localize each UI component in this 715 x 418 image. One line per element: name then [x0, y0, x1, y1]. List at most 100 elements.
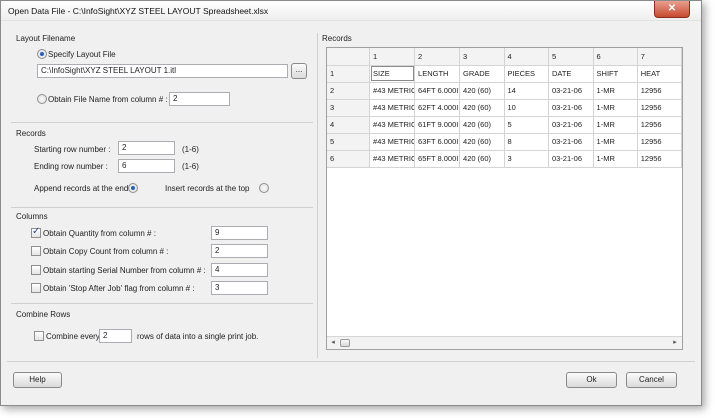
row-header[interactable]: 6: [327, 150, 371, 168]
obtain-copy-count-checkbox[interactable]: [31, 246, 41, 256]
column-header-row: 1 2 3 4 5 6 7: [327, 48, 682, 66]
ending-row-label: Ending row number :: [34, 162, 108, 171]
column-header[interactable]: 2: [414, 48, 461, 66]
table-cell[interactable]: 03-21-06: [548, 116, 594, 134]
obtain-quantity-checkbox[interactable]: [31, 226, 41, 238]
table-cell[interactable]: 12956: [637, 150, 682, 168]
row-header[interactable]: 1: [327, 65, 371, 83]
table-cell[interactable]: 1-MR: [593, 99, 638, 117]
column-header[interactable]: 4: [504, 48, 549, 66]
table-cell[interactable]: 420 (60): [459, 82, 505, 100]
layout-file-path-input[interactable]: C:\InfoSight\XYZ STEEL LAYOUT 1.itl: [37, 64, 288, 78]
combine-rows-group-label: Combine Rows: [16, 310, 71, 319]
horizontal-scrollbar[interactable]: ◂ ▸: [327, 336, 682, 349]
table-cell[interactable]: 420 (60): [459, 150, 505, 168]
scroll-right-icon[interactable]: ▸: [671, 339, 679, 347]
ending-row-input[interactable]: 6: [118, 159, 175, 173]
table-cell[interactable]: 12956: [637, 99, 682, 117]
insert-records-radio[interactable]: [259, 183, 269, 193]
table-cell[interactable]: 12956: [637, 116, 682, 134]
table-cell[interactable]: 1-MR: [593, 133, 638, 151]
table-cell[interactable]: HEAT: [637, 65, 682, 83]
table-row[interactable]: 2 #43 METRIC 64FT 6.000IN 420 (60) 14 03…: [327, 82, 682, 100]
table-cell[interactable]: 420 (60): [459, 133, 505, 151]
obtain-serial-input[interactable]: 4: [211, 263, 268, 277]
combine-every-label: Combine every: [46, 332, 100, 341]
ok-button[interactable]: Ok: [566, 372, 617, 388]
obtain-filename-label: Obtain File Name from column # :: [48, 95, 168, 104]
table-cell[interactable]: #43 METRIC: [369, 99, 416, 117]
table-cell[interactable]: 14: [504, 82, 549, 100]
records-grid[interactable]: 1 2 3 4 5 6 7 1 SIZE LENGTH GRADE PIECES…: [326, 47, 683, 350]
table-cell[interactable]: 5: [504, 116, 549, 134]
browse-button[interactable]: ...: [291, 63, 307, 79]
obtain-filename-column-input[interactable]: 2: [169, 92, 230, 106]
close-button[interactable]: ✕: [654, 1, 690, 18]
obtain-quantity-input[interactable]: 9: [211, 226, 268, 240]
table-cell[interactable]: 420 (60): [459, 99, 505, 117]
obtain-filename-radio[interactable]: [37, 94, 47, 104]
column-header[interactable]: 5: [548, 48, 594, 66]
table-cell[interactable]: 62FT 4.000IN: [414, 99, 461, 117]
table-cell[interactable]: SHIFT: [593, 65, 638, 83]
table-cell[interactable]: SIZE: [369, 65, 416, 83]
table-row[interactable]: 5 #43 METRIC 63FT 6.000IN 420 (60) 8 03-…: [327, 133, 682, 151]
table-cell[interactable]: #43 METRIC: [369, 133, 416, 151]
table-cell[interactable]: PIECES: [504, 65, 549, 83]
row-header[interactable]: 4: [327, 116, 371, 134]
table-cell[interactable]: 03-21-06: [548, 150, 594, 168]
table-cell[interactable]: 1-MR: [593, 82, 638, 100]
table-cell[interactable]: 1-MR: [593, 150, 638, 168]
table-cell[interactable]: #43 METRIC: [369, 116, 416, 134]
obtain-stop-after-job-checkbox[interactable]: [31, 283, 41, 293]
table-cell[interactable]: 8: [504, 133, 549, 151]
specify-layout-label: Specify Layout File: [48, 50, 116, 59]
column-header[interactable]: 6: [593, 48, 638, 66]
title-bar: Open Data File - C:\InfoSight\XYZ STEEL …: [1, 1, 701, 21]
table-cell[interactable]: 03-21-06: [548, 99, 594, 117]
table-cell[interactable]: DATE: [548, 65, 594, 83]
table-row[interactable]: 1 SIZE LENGTH GRADE PIECES DATE SHIFT HE…: [327, 65, 682, 83]
help-button[interactable]: Help: [13, 372, 62, 388]
starting-row-input[interactable]: 2: [118, 141, 175, 155]
obtain-copy-count-input[interactable]: 2: [211, 244, 268, 258]
cancel-button[interactable]: Cancel: [626, 372, 677, 388]
table-cell[interactable]: 3: [504, 150, 549, 168]
ending-row-range: (1-6): [182, 162, 199, 171]
combine-rows-suffix: rows of data into a single print job.: [137, 332, 259, 341]
table-cell[interactable]: 12956: [637, 82, 682, 100]
table-cell[interactable]: 03-21-06: [548, 82, 594, 100]
obtain-serial-checkbox[interactable]: [31, 265, 41, 275]
table-cell[interactable]: 03-21-06: [548, 133, 594, 151]
table-cell[interactable]: 420 (60): [459, 116, 505, 134]
table-row[interactable]: 3 #43 METRIC 62FT 4.000IN 420 (60) 10 03…: [327, 99, 682, 117]
table-cell[interactable]: #43 METRIC: [369, 82, 416, 100]
column-header[interactable]: 1: [369, 48, 416, 66]
table-cell[interactable]: 63FT 6.000IN: [414, 133, 461, 151]
table-cell[interactable]: 12956: [637, 133, 682, 151]
row-header[interactable]: 5: [327, 133, 371, 151]
table-cell[interactable]: 10: [504, 99, 549, 117]
row-header[interactable]: 3: [327, 99, 371, 117]
table-row[interactable]: 4 #43 METRIC 61FT 9.000IN 420 (60) 5 03-…: [327, 116, 682, 134]
obtain-quantity-label: Obtain Quantity from column # :: [43, 229, 156, 238]
table-cell[interactable]: #43 METRIC: [369, 150, 416, 168]
obtain-stop-after-job-input[interactable]: 3: [211, 281, 268, 295]
specify-layout-radio[interactable]: [37, 49, 47, 59]
table-cell[interactable]: LENGTH: [414, 65, 461, 83]
column-header[interactable]: 7: [637, 48, 682, 66]
table-cell[interactable]: GRADE: [459, 65, 505, 83]
column-header[interactable]: 3: [459, 48, 505, 66]
table-cell[interactable]: 64FT 6.000IN: [414, 82, 461, 100]
obtain-serial-label: Obtain starting Serial Number from colum…: [43, 266, 206, 275]
table-cell[interactable]: 65FT 8.000IN: [414, 150, 461, 168]
append-records-radio[interactable]: [128, 183, 138, 193]
table-row[interactable]: 6 #43 METRIC 65FT 8.000IN 420 (60) 3 03-…: [327, 150, 682, 168]
table-cell[interactable]: 61FT 9.000IN: [414, 116, 461, 134]
combine-rows-input[interactable]: 2: [99, 329, 132, 343]
scrollbar-thumb[interactable]: [340, 339, 350, 347]
row-header[interactable]: 2: [327, 82, 371, 100]
table-cell[interactable]: 1-MR: [593, 116, 638, 134]
scroll-left-icon[interactable]: ◂: [329, 339, 337, 347]
combine-rows-checkbox[interactable]: [34, 331, 44, 341]
